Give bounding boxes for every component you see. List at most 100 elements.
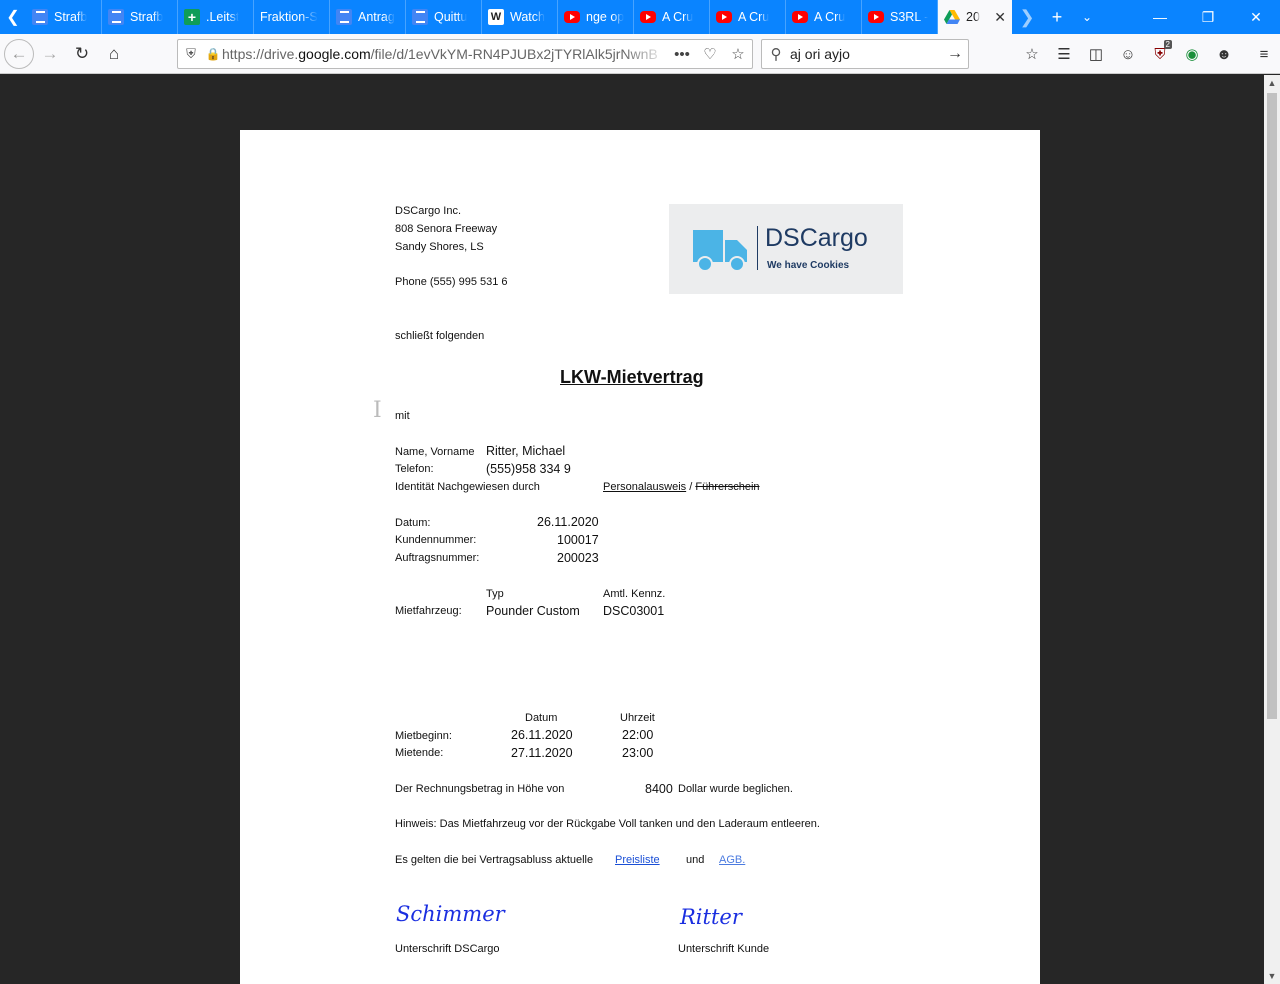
logo-brand: DSCargo bbox=[765, 224, 868, 252]
phone-label: Telefon: bbox=[395, 463, 434, 475]
tab-8[interactable]: A Cru bbox=[634, 0, 710, 34]
rent-time-header: Uhrzeit bbox=[620, 712, 655, 724]
document-page: DSCargo Inc. 808 Senora Freeway Sandy Sh… bbox=[240, 130, 1040, 984]
toolbar-icons: ☆ ☰ ◫ ☺ ⛨ 2 ◉ ☻ ≡ bbox=[1016, 38, 1280, 70]
tab-scroll-left-icon[interactable]: ❮ bbox=[0, 0, 26, 34]
invoice-suffix: Dollar wurde beglichen. bbox=[678, 783, 793, 795]
vehicle-plate-value: DSC03001 bbox=[603, 604, 665, 618]
tab-label: Fraktion-S bbox=[260, 10, 318, 24]
tab-10[interactable]: A Cru bbox=[786, 0, 862, 34]
agb-link[interactable]: AGB. bbox=[719, 854, 745, 866]
order-number-label: Auftragsnummer: bbox=[395, 552, 480, 564]
document-title: LKW-Mietvertrag bbox=[560, 367, 704, 387]
extension-green-icon[interactable]: ◉ bbox=[1176, 38, 1208, 70]
id-label: Identität Nachgewiesen durch bbox=[395, 481, 540, 493]
youtube-icon bbox=[640, 11, 656, 23]
id-option-fuehrerschein: Führerschein bbox=[695, 481, 760, 493]
tab-4[interactable]: Antrag bbox=[330, 0, 406, 34]
url-bar[interactable]: ⛨ 🔒 https://drive.google.com/file/d/1evV… bbox=[177, 39, 753, 69]
sheets-icon bbox=[184, 9, 200, 25]
id-option-personalausweis: Personalausweis bbox=[603, 481, 687, 493]
customer-number-label: Kundennummer: bbox=[395, 534, 477, 546]
tab-label: A Cru bbox=[814, 10, 846, 24]
vertical-scrollbar[interactable]: ▲ ▼ bbox=[1264, 75, 1280, 984]
tab-5[interactable]: Quittu bbox=[406, 0, 482, 34]
reload-button[interactable]: ↻ bbox=[66, 38, 98, 70]
rent-date-header: Datum bbox=[525, 712, 558, 724]
new-tab-button[interactable]: + bbox=[1042, 0, 1072, 34]
library-icon[interactable]: ☰ bbox=[1048, 38, 1080, 70]
tab-close-icon[interactable]: ✕ bbox=[994, 9, 1006, 26]
account-icon[interactable]: ☺ bbox=[1112, 38, 1144, 70]
text-cursor-icon: I bbox=[373, 398, 382, 423]
youtube-icon bbox=[716, 11, 732, 23]
tab-label: Watch bbox=[510, 10, 545, 24]
with-text: mit bbox=[395, 410, 410, 422]
lock-icon[interactable]: 🔒 bbox=[204, 47, 222, 61]
ublock-shield-icon[interactable]: ⛨ 2 bbox=[1144, 38, 1176, 70]
drive-icon bbox=[944, 9, 960, 25]
extension-spy-icon[interactable]: ☻ bbox=[1208, 38, 1240, 70]
logo-tagline: We have Cookies bbox=[767, 260, 850, 271]
pocket-icon[interactable]: ♡ bbox=[696, 45, 724, 63]
tab-3[interactable]: Fraktion-S bbox=[254, 0, 330, 34]
tab-label: Antrag bbox=[358, 10, 395, 24]
minimize-button[interactable]: — bbox=[1136, 0, 1184, 34]
scroll-down-icon[interactable]: ▼ bbox=[1264, 968, 1280, 984]
tab-label: A Cru bbox=[662, 10, 694, 24]
order-number-value: 200023 bbox=[557, 551, 599, 565]
rent-end-label: Mietende: bbox=[395, 747, 444, 759]
forward-button[interactable]: → bbox=[34, 38, 66, 70]
youtube-icon bbox=[792, 11, 808, 23]
terms-text: Es gelten die bei Vertragsabluss aktuell… bbox=[395, 854, 594, 866]
phone-value: (555)958 334 9 bbox=[486, 462, 571, 476]
sidebar-icon[interactable]: ◫ bbox=[1080, 38, 1112, 70]
invoice-amount: 8400 bbox=[645, 782, 673, 796]
tab-7[interactable]: nge op bbox=[558, 0, 634, 34]
vehicle-type-value: Pounder Custom bbox=[486, 604, 580, 618]
tab-1[interactable]: Strafb bbox=[102, 0, 178, 34]
tab-9[interactable]: A Cru bbox=[710, 0, 786, 34]
company-city: Sandy Shores, LS bbox=[395, 241, 484, 253]
date-value: 26.11.2020 bbox=[537, 515, 599, 529]
tab-label: 20 bbox=[966, 10, 980, 24]
intro-text: schließt folgenden bbox=[395, 330, 485, 342]
search-bar[interactable]: ⚲ aj ori ayjo → bbox=[761, 39, 969, 69]
url-text[interactable]: https://drive.google.com/file/d/1evVkYM-… bbox=[222, 46, 668, 62]
signature-company-label: Unterschrift DSCargo bbox=[395, 943, 500, 955]
document-viewer[interactable]: DSCargo Inc. 808 Senora Freeway Sandy Sh… bbox=[0, 75, 1264, 984]
tab-0[interactable]: Strafb bbox=[26, 0, 102, 34]
docs-icon bbox=[32, 9, 48, 25]
tab-12[interactable]: 20 ✕ bbox=[938, 0, 1012, 34]
price-list-link[interactable]: Preisliste bbox=[615, 854, 660, 866]
docs-icon bbox=[336, 9, 352, 25]
rent-start-time: 22:00 bbox=[622, 728, 654, 742]
search-go-arrow-icon[interactable]: → bbox=[942, 45, 968, 63]
vehicle-label: Mietfahrzeug: bbox=[395, 605, 462, 617]
bookmark-star-icon[interactable]: ☆ bbox=[724, 45, 752, 63]
tab-6[interactable]: W Watch bbox=[482, 0, 558, 34]
menu-hamburger-icon[interactable]: ≡ bbox=[1248, 38, 1280, 70]
tab-2[interactable]: .Leitst bbox=[178, 0, 254, 34]
customer-number-value: 100017 bbox=[557, 533, 599, 547]
back-button[interactable]: ← bbox=[4, 38, 34, 69]
signature-customer: Ritter bbox=[680, 905, 742, 929]
name-label: Name, Vorname bbox=[395, 446, 475, 458]
tab-11[interactable]: S3RL - bbox=[862, 0, 938, 34]
tab-scroll-right-icon[interactable]: ❯ bbox=[1012, 0, 1042, 34]
page-actions-icon[interactable]: ••• bbox=[668, 46, 696, 63]
restore-button[interactable]: ❐ bbox=[1184, 0, 1232, 34]
w-icon: W bbox=[488, 9, 504, 25]
home-button[interactable]: ⌂ bbox=[98, 38, 130, 70]
scrollbar-thumb[interactable] bbox=[1267, 93, 1277, 719]
tracking-shield-icon[interactable]: ⛨ bbox=[178, 46, 204, 62]
logo-divider bbox=[757, 226, 758, 270]
search-input[interactable]: aj ori ayjo bbox=[790, 46, 942, 62]
rent-start-date: 26.11.2020 bbox=[511, 728, 573, 742]
date-label: Datum: bbox=[395, 517, 431, 529]
close-window-button[interactable]: ✕ bbox=[1232, 0, 1280, 34]
company-phone: Phone (555) 995 531 6 bbox=[395, 276, 508, 288]
tab-list-chevron-down-icon[interactable]: ⌄ bbox=[1072, 0, 1102, 34]
scroll-up-icon[interactable]: ▲ bbox=[1264, 75, 1280, 91]
bookmarks-menu-icon[interactable]: ☆ bbox=[1016, 38, 1048, 70]
